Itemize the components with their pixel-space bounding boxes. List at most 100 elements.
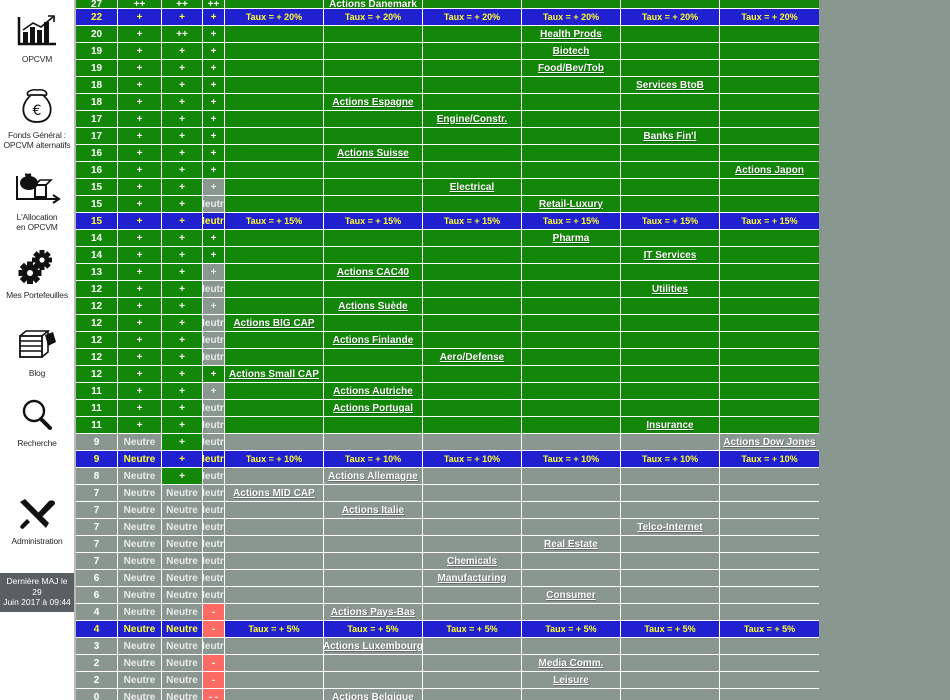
asset-cell[interactable]	[423, 94, 522, 111]
asset-cell[interactable]: Retail-Luxury	[522, 196, 621, 213]
asset-cell[interactable]	[423, 230, 522, 247]
asset-cell[interactable]	[522, 0, 621, 9]
asset-cell[interactable]	[324, 43, 423, 60]
asset-cell[interactable]	[522, 281, 621, 298]
asset-cell[interactable]	[720, 383, 819, 400]
sidebar-item-administration[interactable]: Administration	[0, 498, 74, 546]
table-row[interactable]: 12 + + Neutre Utilities	[76, 281, 950, 298]
asset-cell[interactable]	[324, 162, 423, 179]
asset-cell[interactable]: Actions Finlande	[324, 332, 423, 349]
asset-cell[interactable]	[225, 689, 324, 700]
asset-cell[interactable]	[225, 434, 324, 451]
asset-cell[interactable]	[621, 672, 720, 689]
asset-cell[interactable]	[621, 655, 720, 672]
asset-cell[interactable]	[522, 689, 621, 700]
table-row[interactable]: 9 Neutre + Neutre Actions Dow Jones	[76, 434, 950, 451]
asset-cell[interactable]	[324, 485, 423, 502]
asset-cell[interactable]: Actions Dow Jones	[720, 434, 819, 451]
table-row[interactable]: 17 + + + Banks Fin'l	[76, 128, 950, 145]
asset-cell[interactable]	[621, 349, 720, 366]
asset-cell[interactable]	[522, 485, 621, 502]
rate-cell[interactable]: Taux = + 15%	[522, 213, 621, 230]
asset-cell[interactable]: Engine/Constr.	[423, 111, 522, 128]
table-row[interactable]: 7 Neutre Neutre Neutre Chemicals	[76, 553, 950, 570]
asset-cell[interactable]	[225, 111, 324, 128]
table-row[interactable]: 15 + + Neutre Taux = + 15% Taux = + 15% Taux =…	[76, 213, 950, 230]
asset-cell[interactable]	[522, 638, 621, 655]
rate-cell[interactable]: Taux = + 20%	[522, 9, 621, 26]
asset-cell[interactable]	[720, 587, 819, 604]
rate-cell[interactable]: Taux = + 5%	[423, 621, 522, 638]
asset-cell[interactable]	[225, 502, 324, 519]
asset-cell[interactable]	[225, 519, 324, 536]
asset-cell[interactable]	[522, 264, 621, 281]
asset-cell[interactable]	[225, 417, 324, 434]
asset-cell[interactable]	[423, 604, 522, 621]
asset-cell[interactable]	[225, 332, 324, 349]
table-row[interactable]: 12 + + Neutre Actions Finlande	[76, 332, 950, 349]
asset-cell[interactable]	[225, 655, 324, 672]
asset-cell[interactable]	[423, 43, 522, 60]
asset-cell[interactable]	[720, 179, 819, 196]
asset-cell[interactable]	[423, 536, 522, 553]
asset-cell[interactable]	[423, 315, 522, 332]
asset-cell[interactable]	[324, 315, 423, 332]
asset-cell[interactable]	[324, 587, 423, 604]
asset-cell[interactable]	[324, 179, 423, 196]
asset-cell[interactable]	[621, 94, 720, 111]
asset-cell[interactable]: Actions Suède	[324, 298, 423, 315]
sidebar-item-fonds-general[interactable]: € Fonds Général : OPCVM alternatifs	[0, 88, 74, 150]
asset-cell[interactable]	[324, 570, 423, 587]
asset-cell[interactable]	[522, 247, 621, 264]
asset-cell[interactable]	[720, 570, 819, 587]
asset-cell[interactable]	[621, 60, 720, 77]
rate-cell[interactable]: Taux = + 20%	[324, 9, 423, 26]
table-row[interactable]: 11 + + Neutre Insurance	[76, 417, 950, 434]
asset-cell[interactable]	[423, 247, 522, 264]
asset-cell[interactable]	[720, 672, 819, 689]
asset-cell[interactable]: Electrical	[423, 179, 522, 196]
asset-cell[interactable]	[720, 468, 819, 485]
table-row[interactable]: 6 Neutre Neutre Neutre Manufacturing	[76, 570, 950, 587]
asset-cell[interactable]	[225, 468, 324, 485]
asset-cell[interactable]: Telco-Internet	[621, 519, 720, 536]
asset-cell[interactable]	[423, 196, 522, 213]
asset-cell[interactable]	[522, 417, 621, 434]
table-row[interactable]: 14 + + + Pharma	[76, 230, 950, 247]
asset-cell[interactable]	[720, 60, 819, 77]
sidebar-item-mes-portefeuilles[interactable]: Mes Portefeuilles	[0, 250, 74, 300]
rate-cell[interactable]: Taux = + 5%	[720, 621, 819, 638]
table-row[interactable]: 11 + + Neutre Actions Portugal	[76, 400, 950, 417]
asset-cell[interactable]	[522, 468, 621, 485]
table-row[interactable]: 15 + + Neutre Retail-Luxury	[76, 196, 950, 213]
asset-cell[interactable]	[621, 43, 720, 60]
asset-cell[interactable]	[720, 638, 819, 655]
asset-cell[interactable]	[522, 315, 621, 332]
asset-cell[interactable]: Food/Bev/Tob	[522, 60, 621, 77]
asset-cell[interactable]: Manufacturing	[423, 570, 522, 587]
asset-cell[interactable]	[522, 553, 621, 570]
asset-cell[interactable]	[225, 43, 324, 60]
rate-cell[interactable]: Taux = + 10%	[621, 451, 720, 468]
asset-cell[interactable]	[720, 332, 819, 349]
asset-cell[interactable]	[720, 604, 819, 621]
asset-cell[interactable]	[423, 502, 522, 519]
asset-cell[interactable]: Actions CAC40	[324, 264, 423, 281]
asset-cell[interactable]	[423, 145, 522, 162]
asset-cell[interactable]	[522, 519, 621, 536]
table-row[interactable]: 12 + + Neutre Aero/Defense	[76, 349, 950, 366]
asset-cell[interactable]	[225, 247, 324, 264]
rate-cell[interactable]: Taux = + 20%	[423, 9, 522, 26]
rate-cell[interactable]: Taux = + 15%	[720, 213, 819, 230]
asset-cell[interactable]: Actions Belgique	[324, 689, 423, 700]
asset-cell[interactable]	[324, 128, 423, 145]
asset-cell[interactable]	[522, 332, 621, 349]
asset-cell[interactable]	[720, 400, 819, 417]
table-row[interactable]: 16 + + + Actions Suisse	[76, 145, 950, 162]
asset-cell[interactable]: Banks Fin'l	[621, 128, 720, 145]
table-row[interactable]: 12 + + Neutre Actions BIG CAP	[76, 315, 950, 332]
asset-cell[interactable]	[621, 196, 720, 213]
asset-cell[interactable]	[720, 417, 819, 434]
asset-cell[interactable]: Pharma	[522, 230, 621, 247]
asset-cell[interactable]	[720, 0, 819, 9]
